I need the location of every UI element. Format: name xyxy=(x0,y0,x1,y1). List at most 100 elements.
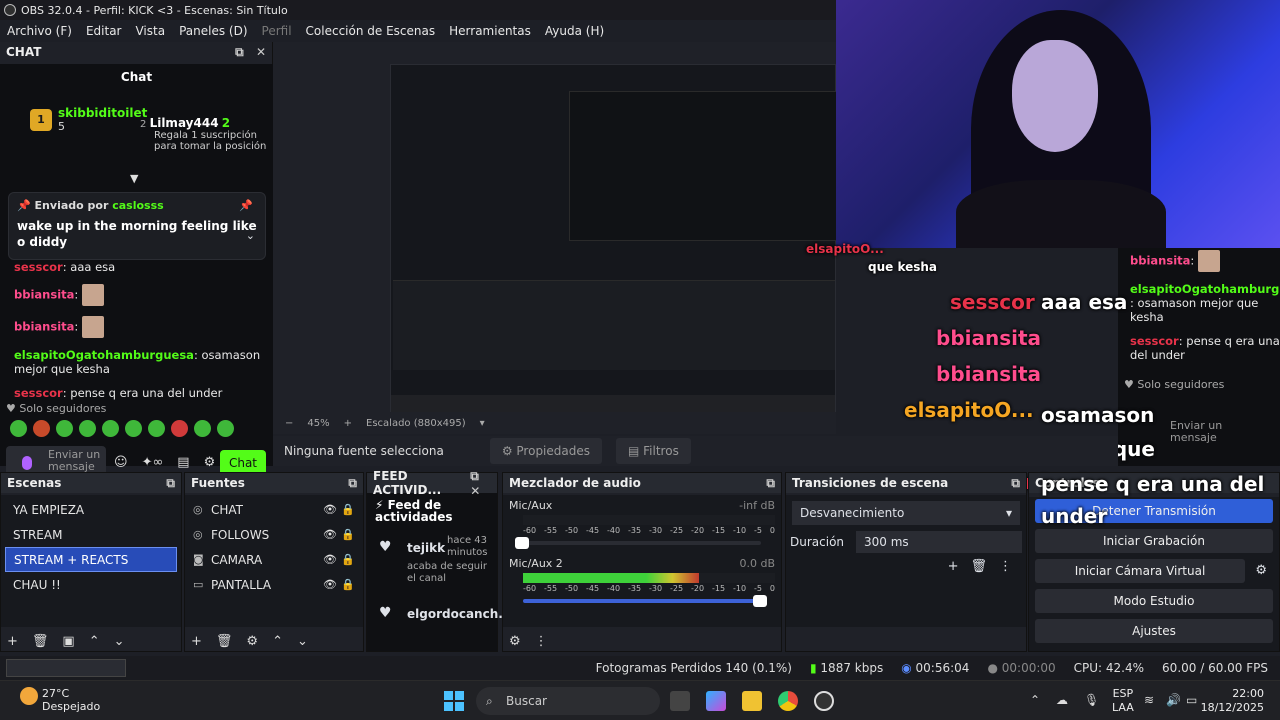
emote-icon[interactable] xyxy=(79,420,96,437)
zoom-in-button[interactable]: + xyxy=(344,418,352,429)
chat-user[interactable]: bbiansita xyxy=(14,320,74,334)
filters-button[interactable]: ▤ Filtros xyxy=(616,438,691,464)
menu-ayuda[interactable]: Ayuda (H) xyxy=(538,24,611,38)
lock-icon[interactable]: 🔒 xyxy=(341,578,355,591)
undock-icon[interactable]: ⧉ xyxy=(166,476,175,491)
scene-item-selected[interactable]: STREAM + REACTS xyxy=(5,547,177,572)
emote-icon[interactable] xyxy=(10,420,27,437)
emote-icon[interactable] xyxy=(148,420,165,437)
menu-herramientas[interactable]: Herramientas xyxy=(442,24,538,38)
expand-chevron-icon[interactable]: ⌄ xyxy=(246,229,255,242)
menu-perfil[interactable]: Perfil xyxy=(255,24,299,38)
emote-icon[interactable] xyxy=(56,420,73,437)
source-item[interactable]: ▭ PANTALLA 👁 🔒 xyxy=(185,572,363,597)
up-arrow-icon[interactable]: ⌃ xyxy=(89,634,100,649)
volume-knob[interactable] xyxy=(753,595,767,607)
eye-icon[interactable]: 👁 xyxy=(323,528,337,541)
lock-icon[interactable]: 🔒 xyxy=(341,503,355,516)
more-icon[interactable]: ⋮ xyxy=(535,634,548,649)
menu-coleccion[interactable]: Colección de Escenas xyxy=(299,24,443,38)
lock-icon[interactable]: 🔒 xyxy=(341,553,355,566)
pin-action-icon[interactable]: 📌 xyxy=(239,199,253,212)
weather-widget[interactable]: 27°C Despejado xyxy=(42,687,100,713)
add-icon[interactable]: + xyxy=(948,559,959,574)
trash-icon[interactable]: 🗑 xyxy=(32,634,49,649)
add-icon[interactable]: + xyxy=(7,634,18,649)
emote-icon[interactable] xyxy=(217,420,234,437)
menu-vista[interactable]: Vista xyxy=(128,24,172,38)
scene-item[interactable]: STREAM xyxy=(5,522,177,547)
undock-icon[interactable]: ⧉ xyxy=(348,476,357,491)
language-indicator[interactable]: ESP LAA xyxy=(1112,687,1134,715)
volume-knob[interactable] xyxy=(515,537,529,549)
wifi-icon[interactable]: ≋ xyxy=(1144,693,1154,707)
undock-icon[interactable]: ⧉ xyxy=(235,45,244,59)
source-item[interactable]: ◎ CHAT 👁 🔒 xyxy=(185,497,363,522)
preview-canvas[interactable] xyxy=(273,42,839,414)
task-view-icon[interactable] xyxy=(670,691,690,711)
scene-item[interactable]: YA EMPIEZA xyxy=(5,497,177,522)
onedrive-icon[interactable]: ☁ xyxy=(1056,693,1068,707)
chat-user[interactable]: elsapitoOgatohamburguesa xyxy=(14,348,194,362)
close-icon[interactable]: ⧉ ✕ xyxy=(470,469,491,498)
start-recording-button[interactable]: Iniciar Grabación xyxy=(1035,529,1273,553)
feed-user[interactable]: elgordocanch... xyxy=(407,607,512,621)
duration-input[interactable]: 300 ms xyxy=(856,531,1022,553)
taskbar-search[interactable]: ⌕ Buscar xyxy=(476,687,660,715)
menu-paneles[interactable]: Paneles (D) xyxy=(172,24,254,38)
emote-icon[interactable] xyxy=(102,420,119,437)
source-item[interactable]: ◎ FOLLOWS 👁 🔒 xyxy=(185,522,363,547)
eye-icon[interactable]: 👁 xyxy=(323,553,337,566)
settings-button[interactable]: Ajustes xyxy=(1035,619,1273,643)
add-icon[interactable]: + xyxy=(191,634,202,649)
trash-icon[interactable]: 🗑 xyxy=(970,559,987,574)
volume-slider[interactable] xyxy=(515,537,761,549)
zoom-out-button[interactable]: − xyxy=(285,418,293,429)
trash-icon[interactable]: 🗑 xyxy=(216,634,233,649)
undock-icon[interactable]: ⧉ xyxy=(1011,476,1020,491)
volume-icon[interactable]: 🔊 xyxy=(1166,693,1181,707)
undock-icon[interactable]: ⧉ xyxy=(766,476,775,491)
scene-item[interactable]: CHAU !! xyxy=(5,572,177,597)
properties-button[interactable]: ⚙ Propiedades xyxy=(489,438,602,464)
studio-mode-button[interactable]: Modo Estudio xyxy=(1035,589,1273,613)
scale-label[interactable]: Escalado (880x495) xyxy=(366,418,466,429)
filter-icon[interactable]: ▣ xyxy=(62,634,74,649)
pinned-user[interactable]: caslosss xyxy=(112,199,163,212)
chevron-down-icon[interactable]: ▼ xyxy=(130,172,138,185)
leader-name[interactable]: Lilmay444 xyxy=(150,116,219,130)
chat-user[interactable]: sesscor xyxy=(14,260,63,274)
tray-chevron-icon[interactable]: ⌃ xyxy=(1030,693,1040,707)
start-virtual-camera-button[interactable]: Iniciar Cámara Virtual xyxy=(1035,559,1245,583)
gift-icon[interactable]: ✦∞ xyxy=(142,455,164,470)
gear-icon[interactable]: ⚙ xyxy=(509,634,521,649)
gear-icon[interactable]: ⚙ xyxy=(1255,563,1267,578)
emote-icon[interactable] xyxy=(194,420,211,437)
taskbar-clock[interactable]: 22:00 18/12/2025 xyxy=(1201,687,1264,715)
feed-user[interactable]: tejikk xyxy=(407,541,445,555)
eye-icon[interactable]: 👁 xyxy=(323,578,337,591)
source-item[interactable]: ◙ CAMARA 👁 🔒 xyxy=(185,547,363,572)
chrome-icon[interactable] xyxy=(778,691,798,711)
windows-start-icon[interactable] xyxy=(444,691,464,711)
file-explorer-icon[interactable] xyxy=(742,691,762,711)
menu-editar[interactable]: Editar xyxy=(79,24,129,38)
emoji-icon[interactable]: ☺ xyxy=(114,455,128,470)
eye-icon[interactable]: 👁 xyxy=(323,503,337,516)
store-icon[interactable]: ▤ xyxy=(177,455,189,470)
close-icon[interactable]: ✕ xyxy=(256,45,266,59)
leader-name[interactable]: skibbiditoilet xyxy=(58,106,147,120)
menu-archivo[interactable]: Archivo (F) xyxy=(0,24,79,38)
down-arrow-icon[interactable]: ⌄ xyxy=(114,634,125,649)
chat-user[interactable]: bbiansita xyxy=(14,288,74,302)
down-arrow-icon[interactable]: ⌄ xyxy=(297,634,308,649)
gear-icon[interactable]: ⚙ xyxy=(246,634,258,649)
scale-dropdown-icon[interactable]: ▾ xyxy=(480,418,485,429)
obs-taskbar-icon[interactable] xyxy=(814,691,834,711)
battery-icon[interactable]: ▭ xyxy=(1186,693,1197,707)
mic-icon[interactable] xyxy=(22,456,32,470)
gear-icon[interactable]: ⚙ xyxy=(204,455,216,470)
more-icon[interactable]: ⋮ xyxy=(999,559,1012,574)
copilot-icon[interactable] xyxy=(706,691,726,711)
emote-icon[interactable] xyxy=(171,420,188,437)
